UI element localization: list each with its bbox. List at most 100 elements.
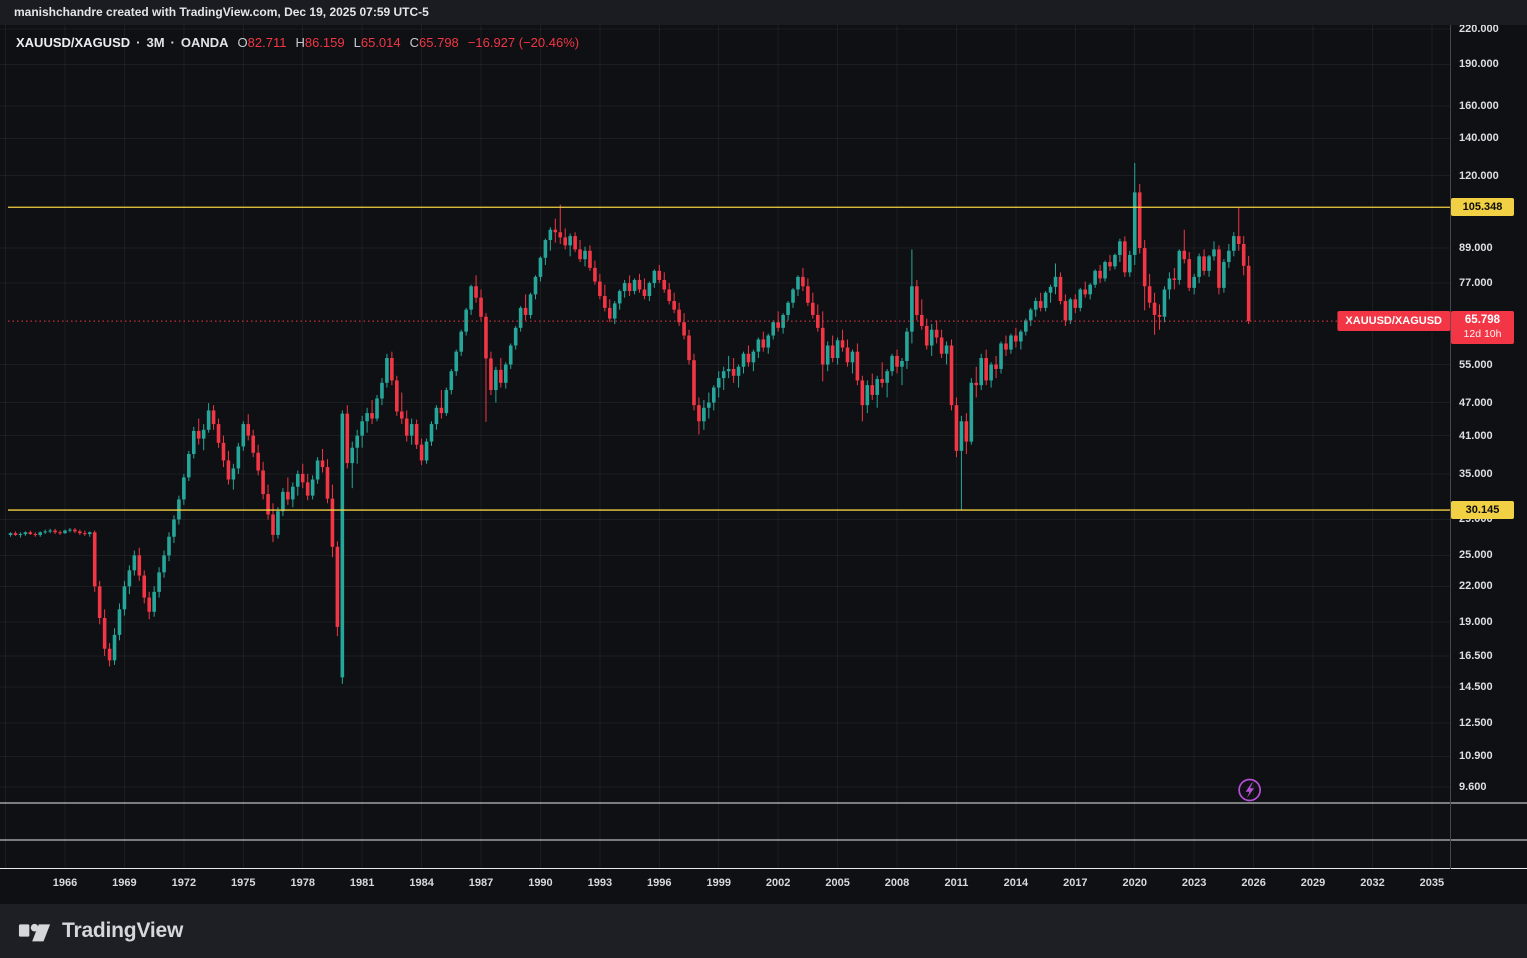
candle-body: [974, 382, 979, 386]
candle-body: [211, 410, 216, 425]
candle-body: [97, 586, 102, 618]
candle-body: [1043, 292, 1048, 308]
time-tick-label: 2008: [884, 877, 910, 889]
candle-body: [18, 534, 23, 536]
candle-body: [1137, 192, 1142, 249]
candle-body: [33, 534, 38, 536]
candle-body: [1142, 248, 1147, 287]
lightning-marker-icon[interactable]: [1238, 778, 1261, 802]
price-tick-label: 16.500: [1459, 649, 1493, 662]
price-tick-label: 10.900: [1459, 750, 1493, 763]
tradingview-wordmark: TradingView: [62, 919, 184, 942]
candle-body: [132, 555, 137, 571]
level-price-label: 105.348: [1451, 198, 1514, 217]
time-tick-label: 2014: [1003, 877, 1029, 889]
candle-body: [786, 302, 790, 315]
legend[interactable]: XAUUSD/XAGUSD · 3M · OANDA O82.711 H86.1…: [16, 35, 579, 50]
candle-body: [295, 473, 300, 487]
candle-body: [905, 331, 909, 362]
candle-body: [469, 286, 473, 310]
candle-body: [63, 530, 67, 534]
candlestick-series: [8, 162, 1251, 684]
candle-body: [1246, 265, 1251, 322]
candle-body: [900, 361, 904, 367]
legend-interval[interactable]: 3M: [146, 35, 164, 50]
candle-body: [499, 369, 503, 383]
price-tick-label: 190.000: [1459, 58, 1499, 71]
time-axis[interactable]: 1966 1969 1972 1975 1978 1981 1984 1987 1990 1993…: [0, 869, 1527, 904]
candle-body: [53, 530, 57, 533]
candle-body: [1177, 250, 1182, 280]
candle-body: [860, 380, 865, 406]
time-tick-label: 1981: [349, 877, 375, 889]
candle-body: [533, 276, 538, 295]
candle-body: [1202, 256, 1206, 271]
candle-body: [102, 617, 107, 649]
candle-body: [305, 482, 310, 496]
candle-body: [1212, 249, 1216, 257]
candle-body: [1093, 270, 1097, 285]
candle-body: [28, 532, 33, 535]
candle-body: [687, 335, 691, 361]
time-tick-label: 1999: [706, 877, 731, 889]
candle-body: [340, 413, 345, 678]
legend-high-pair: H86.159: [295, 35, 345, 50]
candle-body: [1217, 249, 1221, 288]
price-axis[interactable]: 220.000 190.000 160.000 140.000 120.000 89.00…: [1450, 23, 1527, 869]
candle-body: [1207, 256, 1211, 271]
price-tick-label: 89.000: [1459, 242, 1493, 255]
candle-body: [380, 382, 384, 399]
candle-body: [598, 281, 602, 296]
time-tick-label: 2005: [825, 877, 850, 889]
legend-symbol[interactable]: XAUUSD/XAGUSD: [16, 35, 130, 50]
candle-body: [667, 289, 672, 302]
candle-body: [865, 385, 870, 406]
candle-body: [578, 249, 582, 260]
candle-body: [395, 380, 399, 412]
candle-body: [241, 424, 246, 447]
candle-body: [78, 531, 82, 534]
candle-body: [1157, 314, 1162, 317]
footer-bar: TradingView: [0, 904, 1527, 958]
candle-body: [731, 368, 736, 376]
candle-body: [523, 307, 528, 315]
candle-body: [1172, 278, 1177, 280]
candle-body: [107, 648, 112, 661]
candle-body: [934, 329, 939, 338]
candle-body: [117, 609, 122, 635]
candle-body: [751, 351, 756, 363]
candle-body: [484, 316, 488, 359]
legend-exchange: OANDA: [180, 35, 229, 50]
candle-body: [721, 371, 726, 379]
candle-body: [716, 378, 721, 388]
candle-body: [439, 407, 444, 414]
candle-body: [38, 532, 43, 535]
candle-body: [885, 371, 889, 383]
chart-canvas[interactable]: [0, 0, 1527, 958]
candle-body: [256, 452, 260, 471]
candle-body: [489, 358, 493, 391]
candle-body: [503, 364, 508, 383]
candle-body: [692, 360, 696, 406]
candle-body: [617, 291, 622, 304]
candle-body: [454, 351, 459, 372]
candle-body: [409, 424, 414, 436]
candle-body: [68, 529, 72, 531]
candle-body: [910, 286, 914, 332]
candle-body: [890, 355, 894, 372]
candle-body: [320, 460, 325, 468]
candle-body: [196, 430, 201, 439]
candle-body: [360, 421, 364, 436]
candle-body: [1103, 262, 1107, 279]
price-tick-label: 19.000: [1459, 615, 1493, 628]
candle-body: [1014, 335, 1018, 342]
candle-body: [48, 530, 52, 532]
time-tick-label: 2017: [1063, 877, 1088, 889]
candle-body: [1236, 236, 1241, 244]
candle-body: [251, 435, 255, 453]
price-tick-label: 9.600: [1459, 781, 1487, 793]
candle-body: [806, 286, 810, 303]
candle-body: [949, 345, 954, 406]
candle-body: [23, 532, 28, 535]
candle-body: [355, 435, 359, 448]
